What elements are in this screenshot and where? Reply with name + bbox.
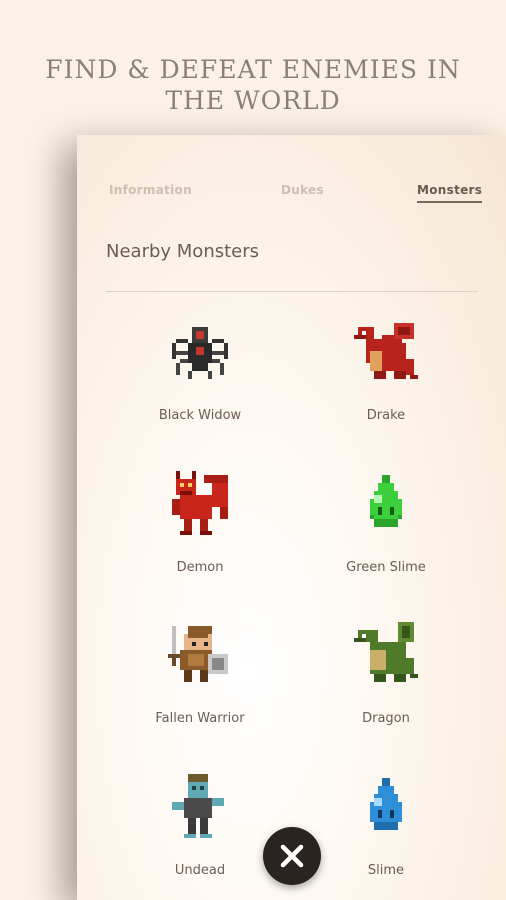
fallen-warrior-icon <box>168 622 232 690</box>
monster-card-demon[interactable]: Demon <box>107 467 293 619</box>
monster-name: Drake <box>366 408 406 423</box>
close-button[interactable] <box>263 827 321 885</box>
undead-icon <box>168 773 232 842</box>
tab-dukes[interactable]: Dukes <box>281 183 324 197</box>
tab-information[interactable]: Information <box>109 183 192 197</box>
monster-card-fallen-warrior[interactable]: Fallen Warrior <box>107 618 293 770</box>
monster-card-dragon[interactable]: Dragon <box>293 618 479 770</box>
divider <box>106 291 478 292</box>
monster-card-drake[interactable]: Drake <box>293 315 479 467</box>
close-icon <box>280 844 304 868</box>
dragon-icon <box>354 622 418 690</box>
slime-icon <box>354 774 418 842</box>
monster-name: Black Widow <box>158 408 242 423</box>
tab-bar: Information Dukes Monsters <box>77 183 506 207</box>
monster-name: Fallen Warrior <box>155 711 245 726</box>
monster-name: Dragon <box>362 711 410 726</box>
headline: FIND & DEFEAT ENEMIES IN THE WORLD <box>45 55 461 115</box>
tab-monsters[interactable]: Monsters <box>417 183 483 203</box>
monster-name: Demon <box>176 559 224 575</box>
black-widow-icon <box>168 319 232 387</box>
monster-name: Green Slime <box>346 559 426 575</box>
drake-icon <box>354 319 418 387</box>
monster-grid: Black Widow Drake Demon Green Slime Fall… <box>107 315 479 900</box>
monster-card-black-widow[interactable]: Black Widow <box>107 315 293 467</box>
monster-name: Slime <box>367 862 405 878</box>
monster-card-undead[interactable]: Undead <box>107 770 293 900</box>
monster-card-green-slime[interactable]: Green Slime <box>293 467 479 619</box>
green-slime-icon <box>354 471 418 539</box>
section-title: Nearby Monsters <box>106 241 260 262</box>
demon-icon <box>168 470 232 539</box>
monster-panel: Information Dukes Monsters Nearby Monste… <box>77 135 506 900</box>
monster-card-slime[interactable]: Slime <box>293 770 479 900</box>
